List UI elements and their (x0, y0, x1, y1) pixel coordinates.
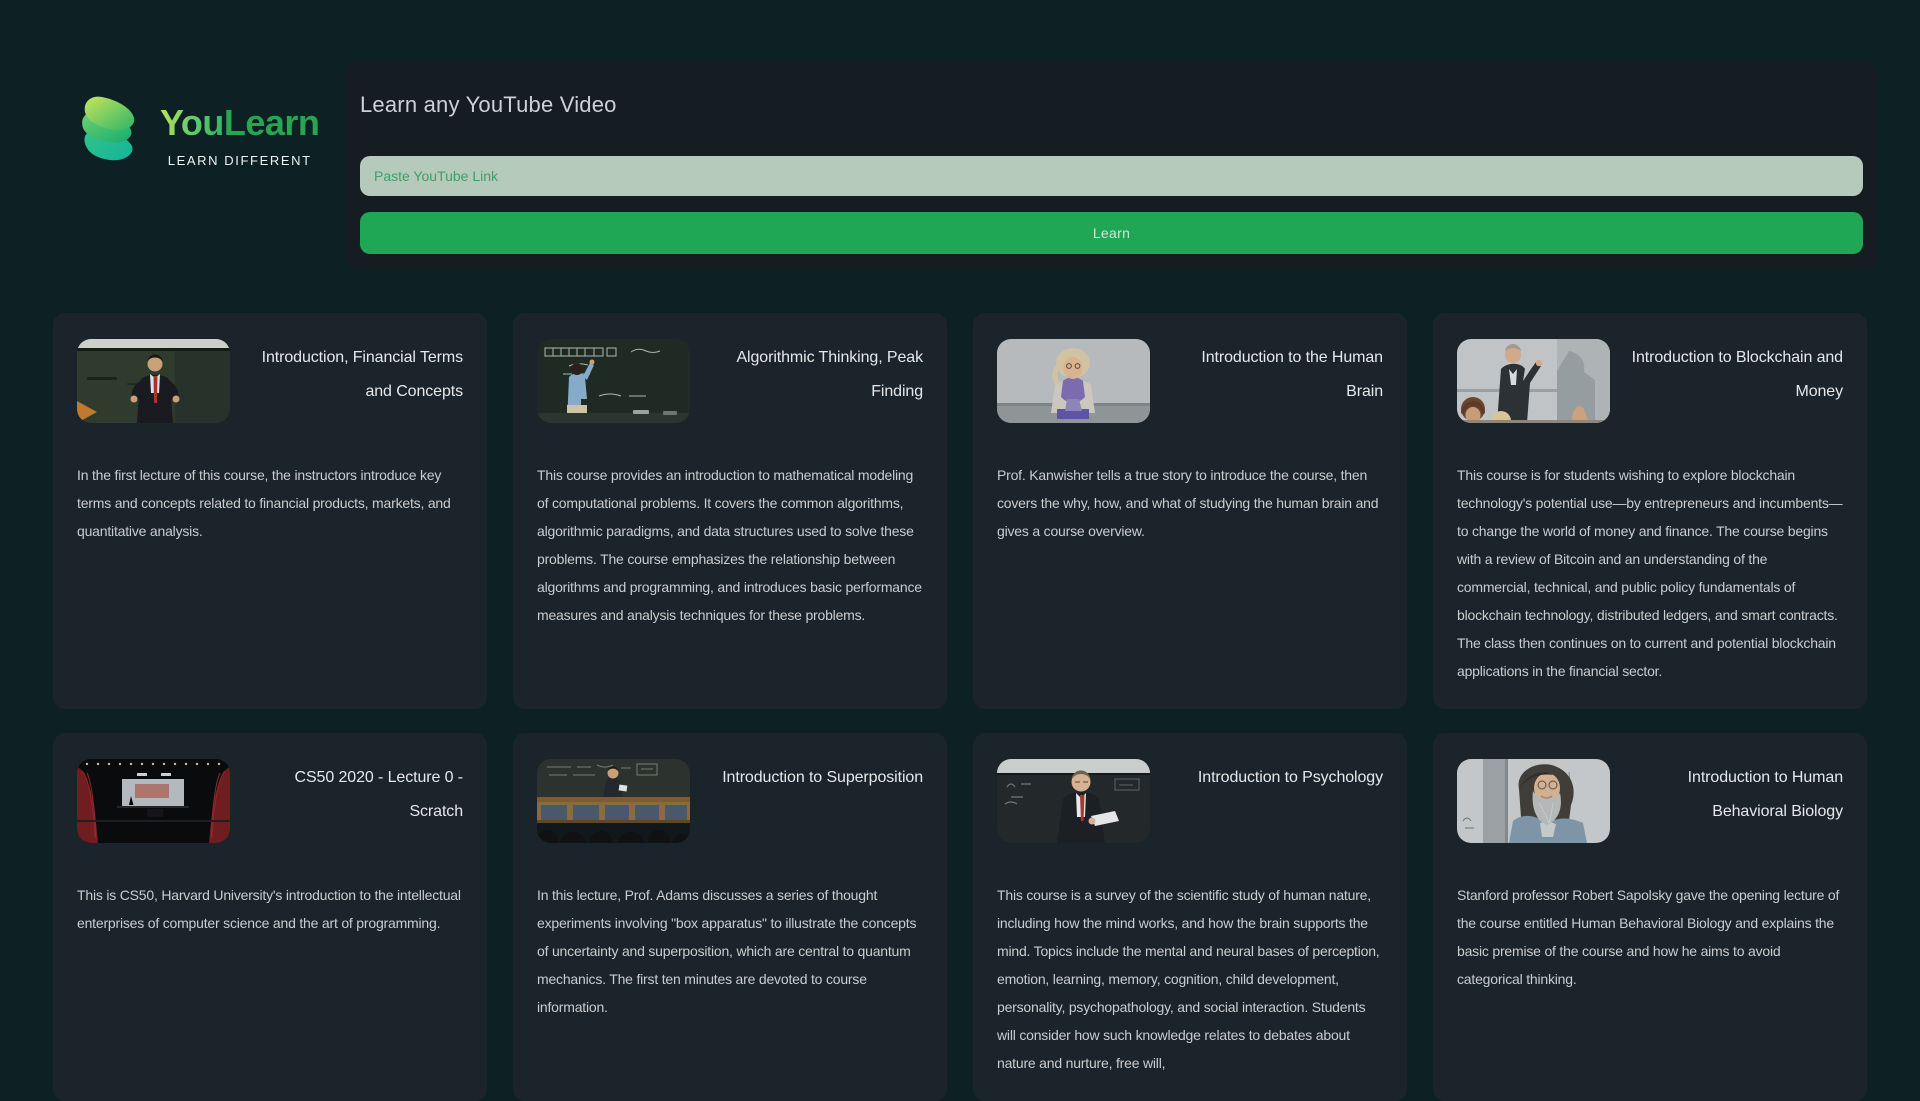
course-title: Introduction to Superposition (708, 761, 923, 795)
hero-card: Learn any YouTube Video Learn (346, 62, 1877, 270)
app-name-learn: Learn (224, 102, 320, 143)
course-card[interactable]: Introduction to Psychology This course i… (973, 733, 1407, 1101)
course-description: This course is a survey of the scientifi… (997, 881, 1383, 1077)
app-name-you: You (160, 102, 224, 143)
course-title: CS50 2020 - Lecture 0 - Scratch (248, 761, 463, 829)
top-row: YouLearn LEARN DIFFERENT Learn any YouTu… (0, 0, 1920, 270)
course-card-head: CS50 2020 - Lecture 0 - Scratch (77, 759, 463, 843)
course-title: Introduction to Human Behavioral Biology (1628, 761, 1843, 829)
cs50-stage-thumbnail (77, 759, 230, 843)
course-description: Stanford professor Robert Sapolsky gave … (1457, 881, 1843, 993)
course-description: In this lecture, Prof. Adams discusses a… (537, 881, 923, 1021)
course-card-head: Introduction to Human Behavioral Biology (1457, 759, 1843, 843)
app-logo: YouLearn LEARN DIFFERENT (78, 94, 314, 179)
course-card-head: Introduction, Financial Terms and Concep… (77, 339, 463, 423)
algorithms-lecture-thumbnail (537, 339, 690, 423)
course-card[interactable]: Introduction, Financial Terms and Concep… (53, 313, 487, 709)
course-title: Algorithmic Thinking, Peak Finding (708, 341, 923, 409)
course-card[interactable]: Introduction to the Human Brain Prof. Ka… (973, 313, 1407, 709)
course-card[interactable]: Introduction to Blockchain and Money Thi… (1433, 313, 1867, 709)
hero-title: Learn any YouTube Video (360, 92, 1863, 118)
course-card-head: Introduction to Superposition (537, 759, 923, 843)
course-title: Introduction, Financial Terms and Concep… (248, 341, 463, 409)
course-card[interactable]: Introduction to Human Behavioral Biology… (1433, 733, 1867, 1101)
course-title: Introduction to Blockchain and Money (1628, 341, 1843, 409)
course-card-head: Introduction to Blockchain and Money (1457, 339, 1843, 423)
course-description: This course is for students wishing to e… (1457, 461, 1843, 685)
course-card-head: Introduction to Psychology (997, 759, 1383, 843)
course-description: This is CS50, Harvard University's intro… (77, 881, 463, 937)
youtube-link-input[interactable] (360, 156, 1863, 196)
course-title: Introduction to the Human Brain (1168, 341, 1383, 409)
learn-button[interactable]: Learn (360, 212, 1863, 254)
psychology-lecture-thumbnail (997, 759, 1150, 843)
superposition-lecture-thumbnail (537, 759, 690, 843)
course-description: In the first lecture of this course, the… (77, 461, 463, 545)
course-card-head: Algorithmic Thinking, Peak Finding (537, 339, 923, 423)
course-grid: Introduction, Financial Terms and Concep… (0, 270, 1920, 1101)
course-card[interactable]: CS50 2020 - Lecture 0 - Scratch This is … (53, 733, 487, 1101)
course-description: This course provides an introduction to … (537, 461, 923, 629)
blockchain-lecture-thumbnail (1457, 339, 1610, 423)
course-card[interactable]: Algorithmic Thinking, Peak Finding This … (513, 313, 947, 709)
financial-lecture-thumbnail (77, 339, 230, 423)
behavioral-biology-lecture-thumbnail (1457, 759, 1610, 843)
course-card[interactable]: Introduction to Superposition In this le… (513, 733, 947, 1101)
course-description: Prof. Kanwisher tells a true story to in… (997, 461, 1383, 545)
brain-lecture-thumbnail (997, 339, 1150, 423)
app-tagline: LEARN DIFFERENT (168, 153, 312, 168)
course-title: Introduction to Psychology (1168, 761, 1383, 795)
app-name: YouLearn (160, 105, 319, 141)
stacked-green-petals-icon (78, 94, 152, 179)
course-card-head: Introduction to the Human Brain (997, 339, 1383, 423)
